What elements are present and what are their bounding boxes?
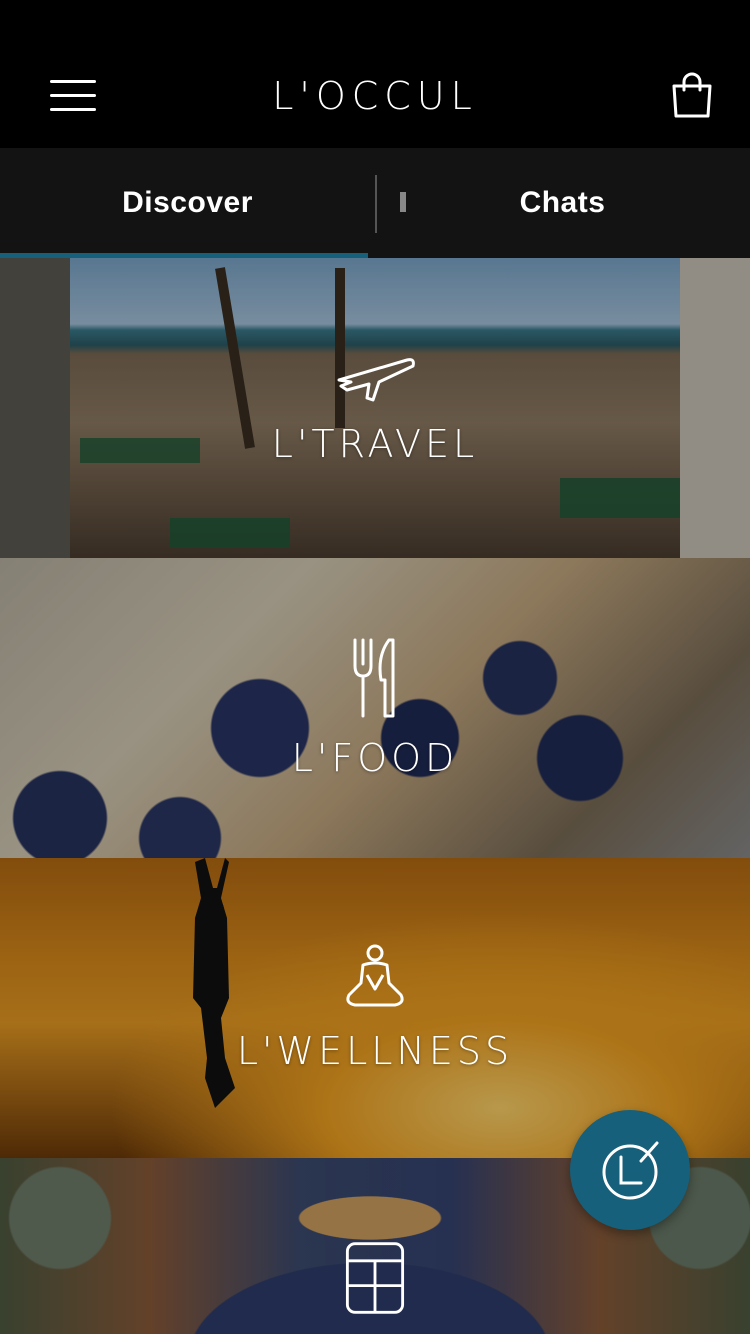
tab-chats[interactable]: Chats	[375, 148, 750, 258]
window-frame-icon	[345, 1242, 405, 1314]
tile-content: L'FOOD	[0, 558, 750, 858]
tab-chats-label: Chats	[519, 186, 606, 219]
hamburger-menu-icon-bar	[50, 93, 96, 97]
menu-button[interactable]	[40, 66, 106, 124]
shopping-bag-icon	[672, 72, 712, 118]
hamburger-menu-icon	[50, 79, 96, 83]
tab-discover-label: Discover	[122, 186, 253, 219]
category-title-travel: L'TRAVEL	[271, 422, 479, 466]
app-screen: L'OCCUL Discover Chats L'TRAVEL L'FOOD L…	[0, 0, 750, 1334]
category-tile-food[interactable]: L'FOOD	[0, 558, 750, 858]
category-title-food: L'FOOD	[291, 736, 459, 780]
chat-fab-button[interactable]	[570, 1110, 690, 1230]
category-title-wellness: L'WELLNESS	[236, 1029, 514, 1073]
meditation-icon	[346, 944, 404, 1007]
tab-notch	[400, 192, 406, 212]
fork-knife-icon	[353, 638, 395, 718]
tile-content: L'TRAVEL	[0, 258, 750, 558]
brand-logo: L'OCCUL	[250, 74, 500, 118]
airplane-icon	[337, 358, 415, 402]
brand-logo-text: L'OCCUL	[272, 74, 478, 118]
tab-divider	[375, 175, 377, 233]
tab-discover[interactable]: Discover	[0, 148, 375, 258]
cart-button[interactable]	[664, 68, 720, 124]
app-header: L'OCCUL	[0, 0, 750, 148]
hamburger-menu-icon-bar	[50, 107, 96, 111]
category-tile-travel[interactable]: L'TRAVEL	[0, 258, 750, 558]
logo-mark-icon	[602, 1141, 659, 1200]
